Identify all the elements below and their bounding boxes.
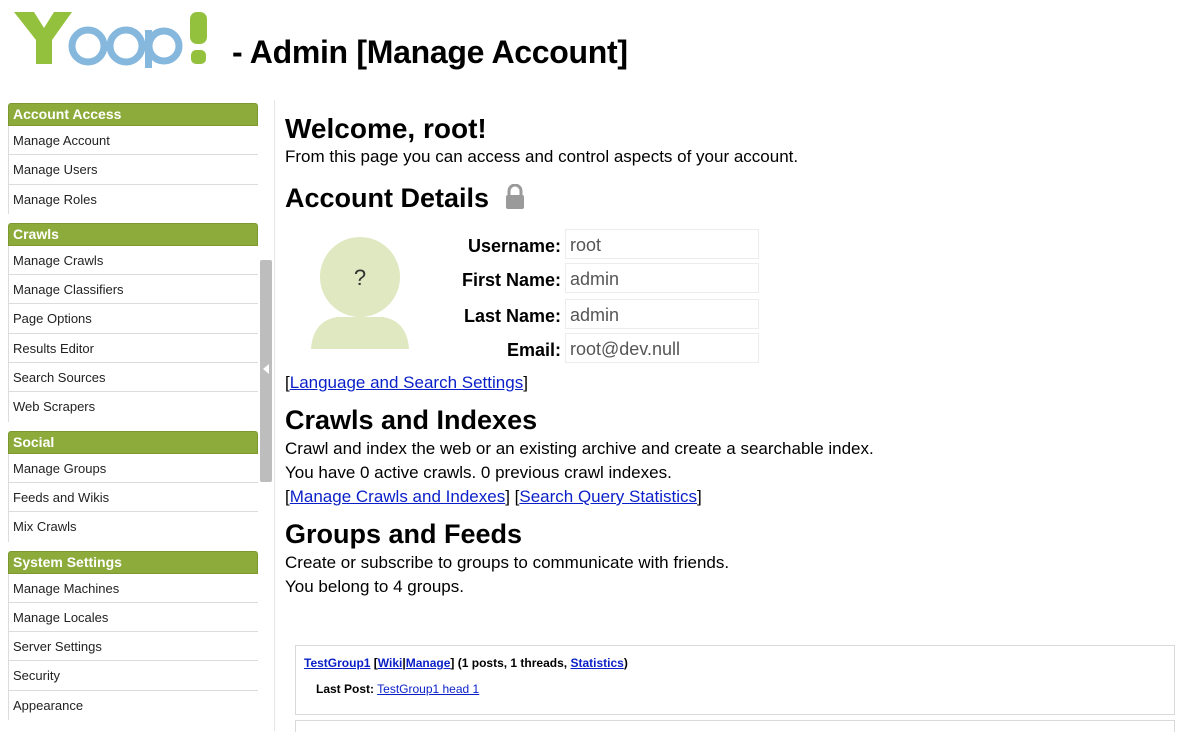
groups-status: You belong to 4 groups. bbox=[285, 577, 464, 596]
username-field[interactable]: root bbox=[565, 229, 759, 259]
sidebar-group-title: Social bbox=[8, 430, 258, 454]
manage-crawls-link[interactable]: Manage Crawls and Indexes bbox=[290, 487, 505, 506]
crawls-links-line: [Manage Crawls and Indexes] [Search Quer… bbox=[285, 487, 702, 506]
group-entry-header: TestGroup1 [Wiki|Manage] (1 posts, 1 thr… bbox=[304, 656, 628, 670]
group-last-post: Last Post: TestGroup1 head 1 bbox=[316, 682, 479, 696]
sidebar-item-server-settings[interactable]: Server Settings bbox=[8, 632, 258, 662]
crawls-status: You have 0 active crawls. 0 previous cra… bbox=[285, 463, 672, 482]
sidebar-item-security[interactable]: Security bbox=[8, 661, 258, 691]
sidebar-item-manage-classifiers[interactable]: Manage Classifiers bbox=[8, 275, 258, 305]
sidebar-item-manage-crawls[interactable]: Manage Crawls bbox=[8, 245, 258, 276]
sidebar-group-title: Account Access bbox=[8, 103, 258, 126]
username-label: Username: bbox=[467, 236, 561, 256]
sidebar-group-title: System Settings bbox=[8, 550, 258, 574]
sidebar-item-web-scrapers[interactable]: Web Scrapers bbox=[8, 392, 258, 422]
account-details-heading: Account Details bbox=[285, 181, 1175, 215]
email-field[interactable]: root@dev.null bbox=[565, 333, 759, 363]
sidebar-group-social: Social Manage Groups Feeds and Wikis Mix… bbox=[8, 430, 258, 542]
last-name-field[interactable]: admin bbox=[565, 299, 759, 329]
avatar-placeholder-icon: ? bbox=[311, 237, 409, 349]
account-details: ? Username: root First Name: admin Last … bbox=[285, 219, 1175, 371]
sidebar-collapse-handle[interactable] bbox=[260, 260, 272, 482]
search-query-statistics-link[interactable]: Search Query Statistics bbox=[519, 487, 697, 506]
sidebar-group-account-access: Account Access Manage Account Manage Use… bbox=[8, 103, 258, 214]
avatar-question-mark: ? bbox=[354, 265, 366, 290]
sidebar-item-manage-roles[interactable]: Manage Roles bbox=[8, 184, 258, 214]
group-entry: TestGroup1 [Wiki|Manage] (1 posts, 1 thr… bbox=[295, 645, 1175, 715]
sidebar-item-manage-account[interactable]: Manage Account bbox=[8, 126, 258, 156]
sidebar-item-manage-locales[interactable]: Manage Locales bbox=[8, 602, 258, 633]
last-post-link[interactable]: TestGroup1 head 1 bbox=[377, 682, 479, 696]
last-name-label: Last Name: bbox=[463, 306, 561, 326]
welcome-heading: Welcome, root! bbox=[285, 113, 487, 144]
lock-icon bbox=[505, 184, 524, 209]
email-label: Email: bbox=[506, 340, 561, 360]
group-wiki-link[interactable]: Wiki bbox=[378, 656, 403, 670]
crawls-description: Crawl and index the web or an existing a… bbox=[285, 439, 874, 458]
group-name-link[interactable]: TestGroup1 bbox=[304, 656, 370, 670]
groups-description: Create or subscribe to groups to communi… bbox=[285, 553, 730, 572]
collapse-arrow-icon bbox=[263, 364, 269, 374]
sidebar-item-feeds-and-wikis[interactable]: Feeds and Wikis bbox=[8, 482, 258, 513]
group-counts: (1 posts, 1 threads, bbox=[457, 656, 568, 670]
sidebar-item-results-editor[interactable]: Results Editor bbox=[8, 333, 258, 364]
sidebar-item-appearance[interactable]: Appearance bbox=[8, 690, 258, 721]
intro-text: From this page you can access and contro… bbox=[285, 147, 799, 166]
settings-link-line: [Language and Search Settings] bbox=[285, 373, 528, 392]
sidebar-item-mix-crawls[interactable]: Mix Crawls bbox=[8, 512, 258, 542]
last-post-label: Last Post: bbox=[316, 682, 375, 696]
first-name-field[interactable]: admin bbox=[565, 263, 759, 293]
sidebar-group-system-settings: System Settings Manage Machines Manage L… bbox=[8, 550, 258, 721]
group-entry-next bbox=[295, 720, 1175, 732]
sidebar-item-manage-users[interactable]: Manage Users bbox=[8, 155, 258, 185]
sidebar-divider bbox=[274, 100, 275, 731]
sidebar-item-manage-machines[interactable]: Manage Machines bbox=[8, 573, 258, 603]
crawls-heading: Crawls and Indexes bbox=[285, 405, 538, 435]
sidebar: Account Access Manage Account Manage Use… bbox=[8, 103, 258, 729]
main-content: Welcome, root! From this page you can ac… bbox=[285, 112, 1175, 599]
sidebar-item-page-options[interactable]: Page Options bbox=[8, 304, 258, 334]
account-details-title: Account Details bbox=[285, 183, 490, 213]
group-manage-link[interactable]: Manage bbox=[406, 656, 451, 670]
sidebar-item-manage-groups[interactable]: Manage Groups bbox=[8, 453, 258, 483]
group-statistics-link[interactable]: Statistics bbox=[570, 656, 623, 670]
yoop-logo[interactable] bbox=[10, 8, 222, 68]
sidebar-group-crawls: Crawls Manage Crawls Manage Classifiers … bbox=[8, 222, 258, 422]
groups-heading: Groups and Feeds bbox=[285, 519, 523, 549]
page-title: - Admin [Manage Account] bbox=[232, 34, 628, 70]
sidebar-group-title: Crawls bbox=[8, 222, 258, 246]
sidebar-item-search-sources[interactable]: Search Sources bbox=[8, 363, 258, 393]
header: - Admin [Manage Account] bbox=[10, 8, 1170, 70]
language-search-settings-link[interactable]: Language and Search Settings bbox=[290, 373, 523, 392]
first-name-label: First Name: bbox=[461, 270, 561, 290]
